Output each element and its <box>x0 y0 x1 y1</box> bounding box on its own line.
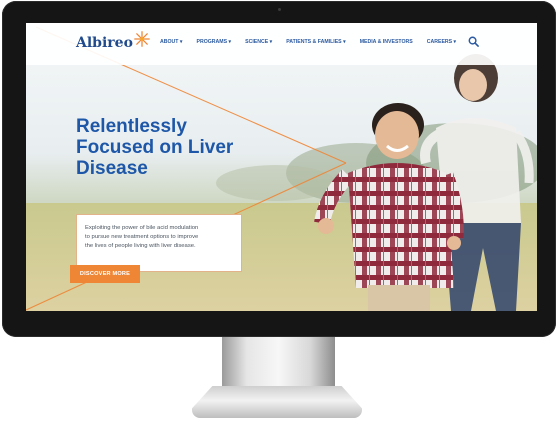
website-screen: Albireo ABOUT ▾ PROGRAMS ▾ SCIENCE ▾ PAT… <box>26 23 537 311</box>
site-header: Albireo ABOUT ▾ PROGRAMS ▾ SCIENCE ▾ PAT… <box>26 23 537 65</box>
site-logo[interactable]: Albireo <box>76 31 150 51</box>
headline-line: Focused on Liver <box>76 137 234 158</box>
webcam <box>278 8 281 11</box>
main-nav: ABOUT ▾ PROGRAMS ▾ SCIENCE ▾ PATIENTS & … <box>160 39 470 45</box>
hero-headline: Relentlessly Focused on Liver Disease <box>76 116 316 179</box>
star-burst-icon <box>134 31 150 47</box>
headline-line: Disease <box>76 158 148 179</box>
nav-item-patients-families[interactable]: PATIENTS & FAMILIES ▾ <box>286 39 345 45</box>
description-line: to pursue new treatment options to impro… <box>85 233 199 240</box>
description-line: the lives of people living with liver di… <box>85 242 196 249</box>
hero-description-box: Exploiting the power of bile acid modula… <box>76 214 242 272</box>
headline-line: Relentlessly <box>76 116 187 137</box>
logo-wordmark: Albireo <box>76 35 133 51</box>
search-icon[interactable] <box>468 36 479 47</box>
nav-item-media-investors[interactable]: MEDIA & INVESTORS <box>360 39 413 45</box>
nav-item-about[interactable]: ABOUT ▾ <box>160 39 183 45</box>
description-line: Exploiting the power of bile acid modula… <box>85 225 199 231</box>
nav-item-careers[interactable]: CAREERS ▾ <box>427 39 456 45</box>
monitor-stand-neck <box>222 337 335 389</box>
discover-more-button[interactable]: DISCOVER MORE <box>70 265 140 283</box>
monitor-stand-base <box>192 386 362 418</box>
nav-item-programs[interactable]: PROGRAMS ▾ <box>197 39 232 45</box>
nav-item-science[interactable]: SCIENCE ▾ <box>245 39 272 45</box>
monitor-bezel: Albireo ABOUT ▾ PROGRAMS ▾ SCIENCE ▾ PAT… <box>2 1 556 337</box>
